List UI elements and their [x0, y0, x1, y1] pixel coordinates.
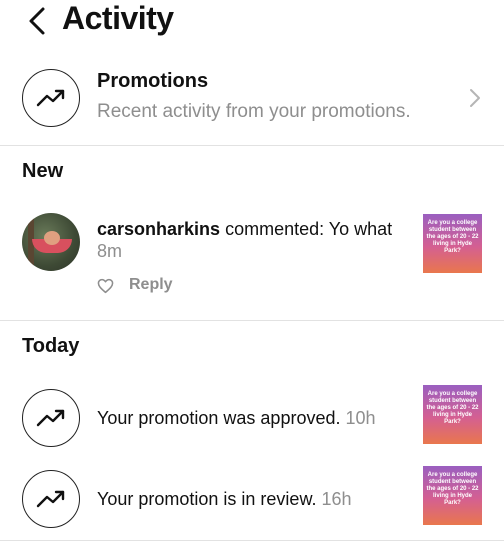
- promotions-subtitle: Recent activity from your promotions.: [97, 101, 411, 122]
- activity-time: 16h: [321, 489, 352, 509]
- comment-body: commented: Yo what: [220, 219, 393, 239]
- activity-time: 10h: [345, 408, 376, 428]
- activity-icon-circle: [22, 389, 80, 447]
- heart-icon[interactable]: [97, 278, 114, 294]
- header: Activity: [0, 0, 504, 42]
- divider: [0, 320, 504, 321]
- comment-time: 8m: [97, 241, 123, 261]
- promotions-icon-circle: [22, 69, 80, 127]
- trending-up-icon: [36, 409, 65, 427]
- activity-row-approved[interactable]: Your promotion was approved. 10h Are you…: [0, 385, 504, 451]
- avatar-person: [44, 231, 60, 245]
- promotions-row[interactable]: Promotions Recent activity from your pro…: [0, 60, 504, 140]
- promotion-thumbnail[interactable]: Are you a college student between the ag…: [423, 214, 482, 273]
- comment-text: carsonharkins commented: Yo what 8m: [97, 218, 397, 262]
- section-title-new: New: [22, 160, 64, 182]
- page-title: Activity: [62, 0, 174, 36]
- activity-message: Your promotion was approved.: [97, 408, 341, 428]
- section-title-today: Today: [22, 335, 80, 357]
- activity-text: Your promotion is in review. 16h: [97, 488, 352, 510]
- trending-up-icon: [36, 89, 65, 107]
- divider: [0, 145, 504, 146]
- activity-message: Your promotion is in review.: [97, 489, 317, 509]
- avatar[interactable]: [22, 213, 80, 271]
- back-button[interactable]: [24, 5, 50, 37]
- chevron-left-icon: [29, 7, 45, 35]
- reply-button[interactable]: Reply: [129, 276, 173, 294]
- chevron-right-icon: [470, 89, 480, 107]
- promotions-title: Promotions: [97, 70, 209, 92]
- promotion-thumbnail[interactable]: Are you a college student between the ag…: [423, 466, 482, 525]
- divider: [0, 540, 504, 541]
- trending-up-icon: [36, 490, 65, 508]
- comment-notification[interactable]: carsonharkins commented: Yo what 8m Repl…: [0, 205, 504, 305]
- comment-username[interactable]: carsonharkins: [97, 219, 220, 239]
- promotion-thumbnail[interactable]: Are you a college student between the ag…: [423, 385, 482, 444]
- activity-row-review[interactable]: Your promotion is in review. 16h Are you…: [0, 466, 504, 532]
- activity-icon-circle: [22, 470, 80, 528]
- activity-text: Your promotion was approved. 10h: [97, 407, 376, 429]
